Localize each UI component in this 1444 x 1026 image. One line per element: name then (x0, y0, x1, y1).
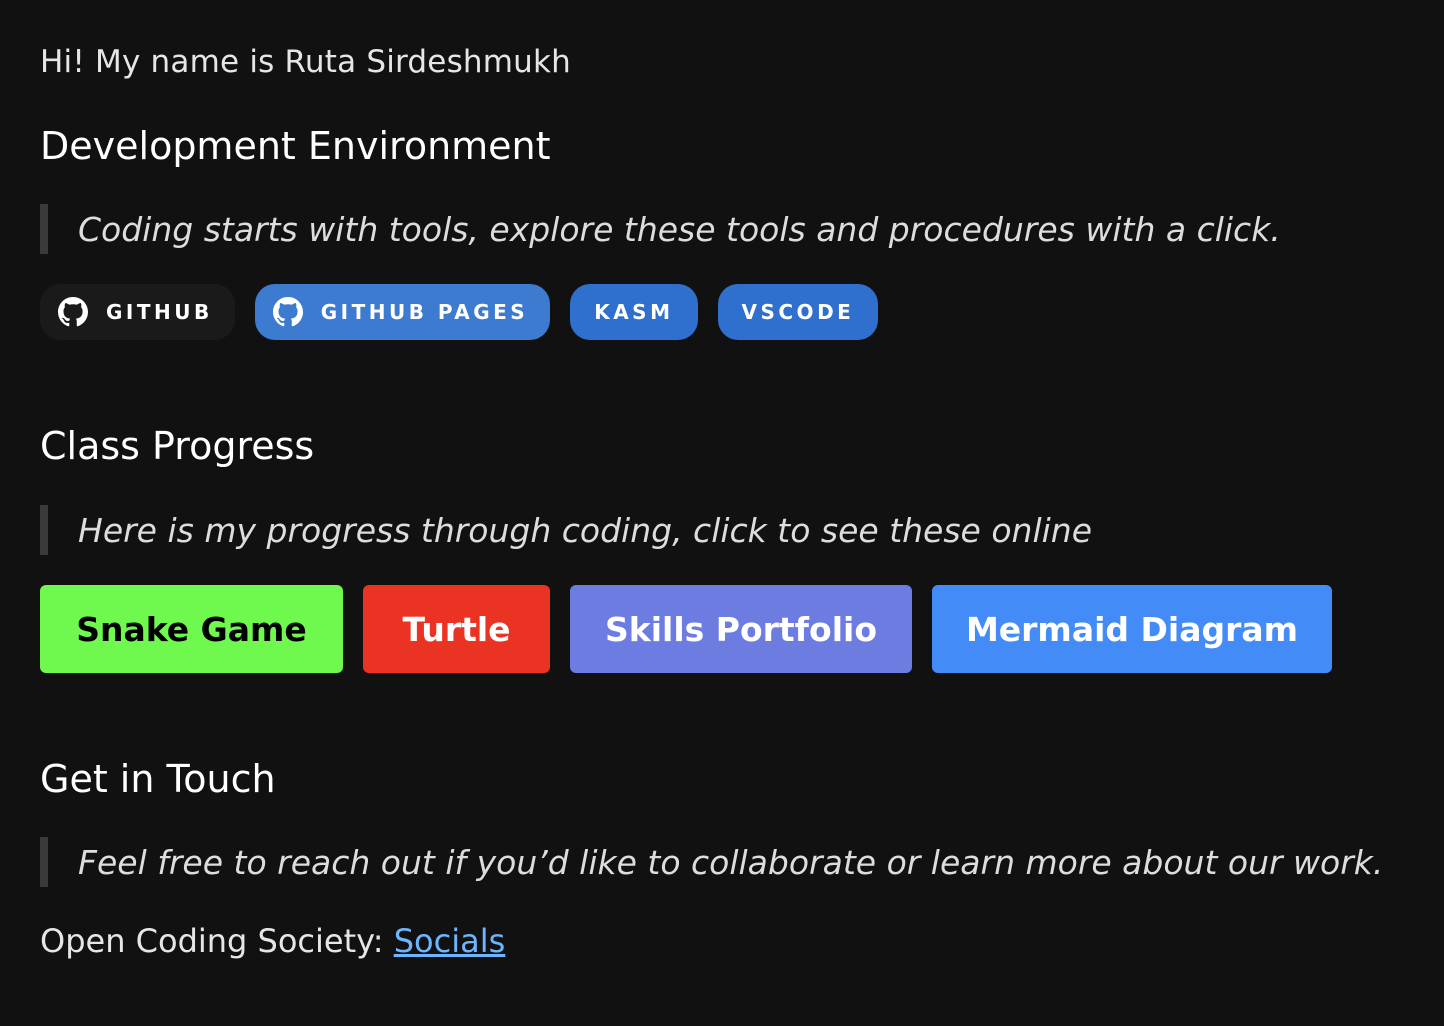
github-icon (272, 297, 303, 327)
github-badge[interactable]: GITHUB (40, 284, 235, 340)
mermaid-diagram-button-label: Mermaid Diagram (965, 609, 1299, 649)
socials-link[interactable]: Socials (394, 922, 506, 960)
kasm-badge-label: KASM (594, 300, 674, 324)
class-progress-quote-text: Here is my progress through coding, clic… (78, 510, 1092, 550)
turtle-button-label: Turtle (402, 609, 511, 649)
get-in-touch-heading: Get in Touch (40, 757, 276, 801)
snake-game-button[interactable]: Snake Game (40, 585, 343, 673)
socials-line: Open Coding Society: Socials (40, 922, 505, 960)
dev-env-heading: Development Environment (40, 124, 551, 168)
get-in-touch-quote: Feel free to reach out if you’d like to … (40, 837, 1383, 887)
github-pages-badge[interactable]: GITHUB PAGES (254, 284, 551, 340)
class-progress-quote: Here is my progress through coding, clic… (40, 505, 1092, 555)
progress-buttons: Snake Game Turtle Skills Portfolio Merma… (40, 585, 1332, 673)
org-label: Open Coding Society: (40, 922, 394, 960)
get-in-touch-quote-text: Feel free to reach out if you’d like to … (78, 842, 1384, 882)
skills-portfolio-button-label: Skills Portfolio (604, 609, 877, 649)
class-progress-heading: Class Progress (40, 424, 315, 468)
skills-portfolio-button[interactable]: Skills Portfolio (570, 585, 912, 673)
page: Hi! My name is Ruta Sirdeshmukh Developm… (0, 0, 1444, 1026)
turtle-button[interactable]: Turtle (363, 585, 550, 673)
github-badge-label: GITHUB (106, 300, 213, 324)
github-icon (58, 297, 88, 327)
mermaid-diagram-button[interactable]: Mermaid Diagram (932, 585, 1332, 673)
github-pages-badge-label: GITHUB PAGES (320, 300, 529, 324)
dev-env-quote-text: Coding starts with tools, explore these … (78, 209, 1281, 249)
vscode-badge-label: VSCODE (741, 300, 855, 324)
kasm-badge[interactable]: KASM (570, 284, 698, 340)
intro-text: Hi! My name is Ruta Sirdeshmukh (40, 44, 572, 80)
dev-env-quote: Coding starts with tools, explore these … (40, 204, 1281, 254)
tool-badges: GITHUB GITHUB PAGES KASM VSCODE (40, 284, 879, 340)
snake-game-button-label: Snake Game (76, 609, 307, 649)
vscode-badge[interactable]: VSCODE (717, 284, 879, 340)
